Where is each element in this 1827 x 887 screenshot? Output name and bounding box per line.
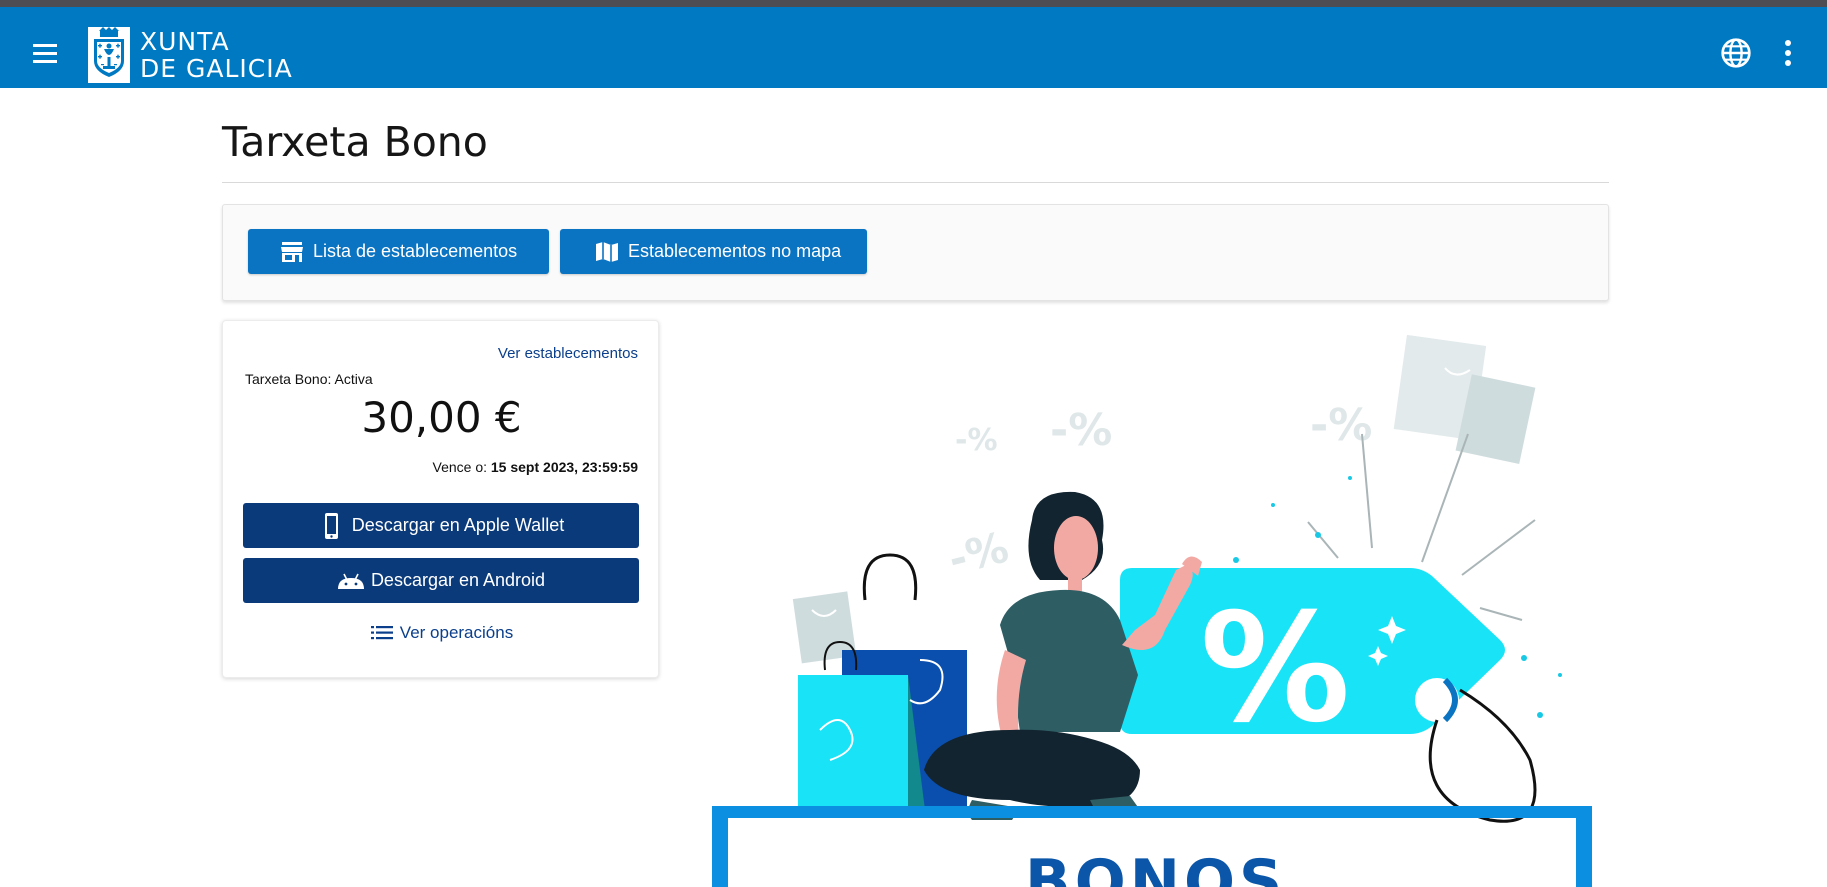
top-app-bar: XUNTA DE GALICIA bbox=[0, 7, 1827, 88]
apple-wallet-label: Descargar en Apple Wallet bbox=[351, 515, 565, 535]
bonos-banner-text: BONOS bbox=[1025, 847, 1287, 887]
establishments-list-label: Lista de establecementos bbox=[313, 241, 518, 261]
expiry-prefix: Vence o: bbox=[432, 459, 491, 475]
title-divider bbox=[222, 182, 1609, 183]
logo-line-2: DE GALICIA bbox=[140, 54, 293, 83]
xunta-logo[interactable]: XUNTA DE GALICIA bbox=[88, 26, 293, 84]
bono-illustration: -% -% -% -% % bbox=[710, 330, 1600, 887]
list-icon bbox=[370, 623, 394, 643]
discount-mark: -% bbox=[944, 522, 1014, 584]
logo-text: XUNTA DE GALICIA bbox=[140, 28, 293, 82]
establishments-map-label: Establecementos no mapa bbox=[628, 241, 842, 261]
android-icon bbox=[337, 567, 364, 595]
discount-mark: -% bbox=[1050, 405, 1112, 456]
card-balance: 30,00 € bbox=[361, 393, 522, 442]
card-expiry: Vence o: 15 sept 2023, 23:59:59 bbox=[433, 459, 639, 475]
price-tag-symbol: % bbox=[1200, 582, 1350, 756]
discount-mark: -% bbox=[955, 423, 998, 458]
page-title: Tarxeta Bono bbox=[222, 118, 488, 166]
logo-line-1: XUNTA bbox=[140, 27, 230, 56]
bono-card: Ver establecementos Tarxeta Bono: Activa… bbox=[222, 320, 659, 678]
view-establishments-link[interactable]: Ver establecementos bbox=[498, 345, 638, 362]
globe-icon[interactable] bbox=[1720, 37, 1752, 69]
android-button[interactable]: Descargar en Android bbox=[243, 558, 639, 603]
card-status: Tarxeta Bono: Activa bbox=[245, 371, 373, 387]
browser-top-strip bbox=[0, 0, 1827, 7]
establishments-list-button[interactable]: Lista de establecementos bbox=[248, 229, 549, 274]
xunta-crest-icon bbox=[88, 27, 130, 83]
view-operations-link[interactable]: Ver operacións bbox=[223, 623, 660, 643]
view-operations-label: Ver operacións bbox=[399, 623, 514, 642]
apple-wallet-button[interactable]: Descargar en Apple Wallet bbox=[243, 503, 639, 548]
more-vert-icon[interactable] bbox=[1776, 37, 1800, 69]
map-icon bbox=[595, 241, 619, 263]
price-tag-graphic: % bbox=[1120, 568, 1537, 823]
android-label: Descargar en Android bbox=[370, 570, 546, 590]
smartphone-icon bbox=[318, 512, 344, 540]
expiry-date: 15 sept 2023, 23:59:59 bbox=[490, 459, 638, 475]
action-panel: Lista de establecementos Establecementos… bbox=[222, 204, 1609, 301]
hamburger-menu-icon[interactable] bbox=[28, 37, 62, 71]
storefront-icon bbox=[280, 241, 304, 263]
establishments-map-button[interactable]: Establecementos no mapa bbox=[560, 229, 867, 274]
